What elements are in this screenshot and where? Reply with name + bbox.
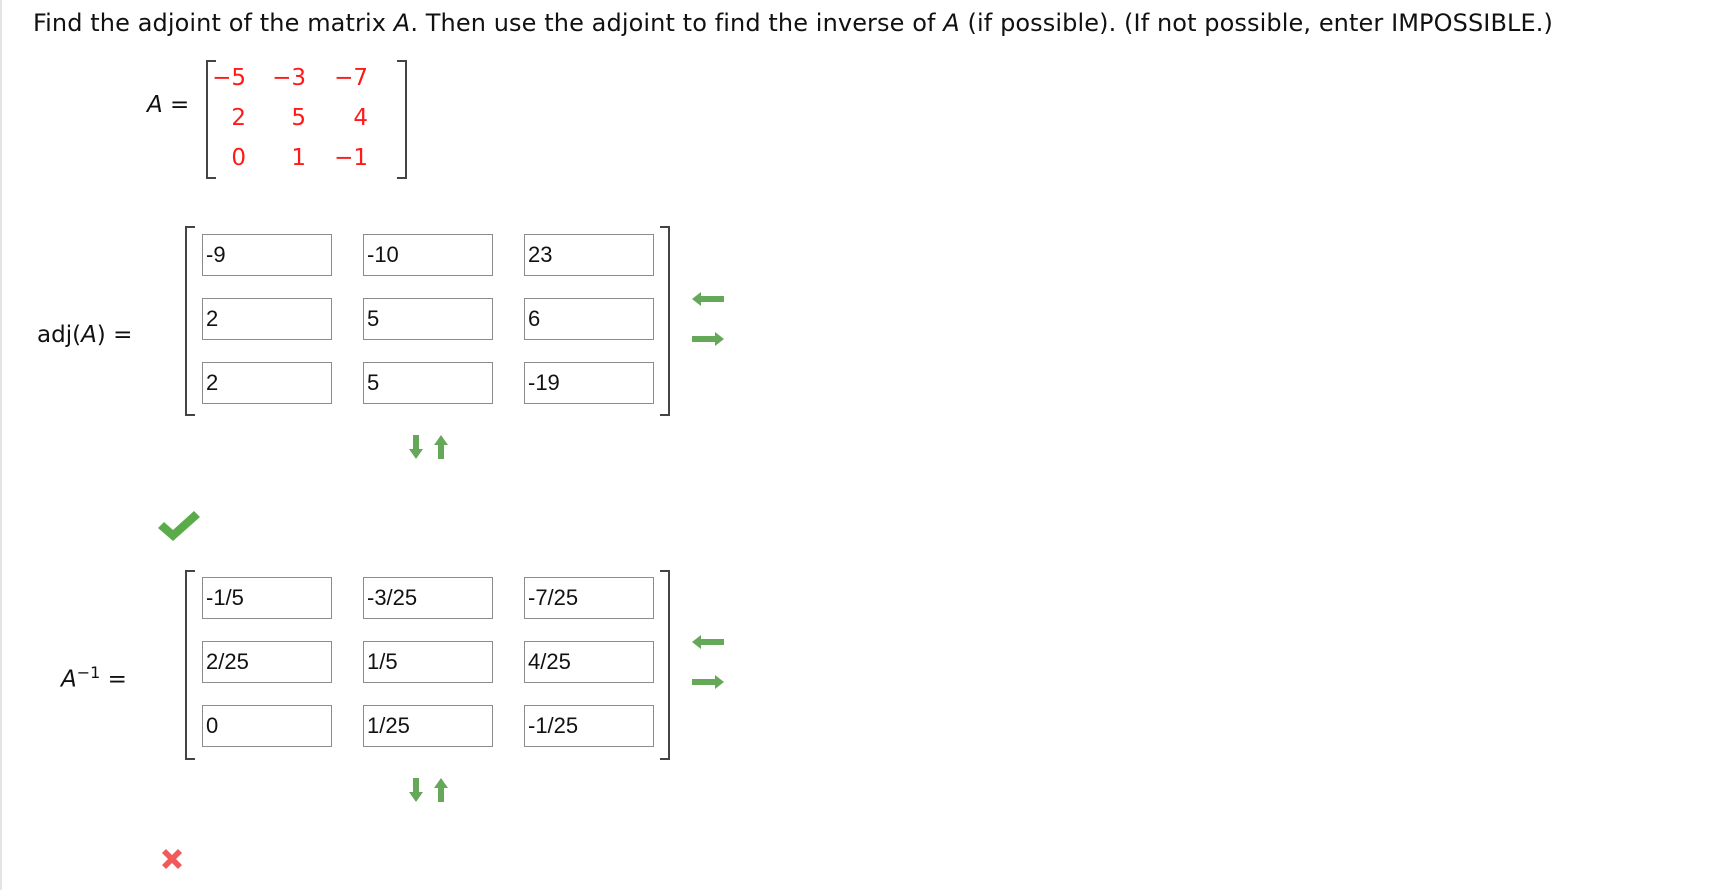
inverse-label-exponent: −1	[76, 663, 101, 682]
inverse-label: A−1 =	[61, 663, 127, 693]
remove-row-arrow-icon[interactable]	[432, 433, 450, 461]
inverse-left-bracket	[185, 570, 195, 760]
adjoint-cell-r3-c3[interactable]	[524, 362, 654, 404]
matrix-a-right-bracket	[397, 60, 407, 179]
add-row-arrow-icon[interactable]	[407, 776, 425, 804]
adjoint-right-bracket	[660, 226, 670, 416]
inverse-cell-r3-c3[interactable]	[524, 705, 654, 747]
matrix-a-entry: 4	[353, 105, 368, 131]
matrix-a-variable: A	[147, 92, 163, 118]
matrix-a-entry: 0	[231, 145, 246, 171]
equals-sign: =	[162, 92, 190, 118]
matrix-a-entry: −5	[212, 65, 246, 91]
equals-sign: =	[100, 666, 127, 693]
inverse-right-bracket	[660, 570, 670, 760]
question-part: . Then use the adjoint to find the inver…	[410, 9, 944, 37]
adjoint-label-suffix: ) =	[96, 322, 133, 348]
inverse-cell-r1-c2[interactable]	[363, 577, 493, 619]
adjoint-label-prefix: adj(	[37, 322, 82, 348]
adjoint-cell-r3-c1[interactable]	[202, 362, 332, 404]
remove-column-arrow-icon[interactable]	[690, 673, 726, 691]
adjoint-cell-r3-c2[interactable]	[363, 362, 493, 404]
adjoint-left-bracket	[185, 226, 195, 416]
remove-row-arrow-icon[interactable]	[432, 776, 450, 804]
adjoint-cell-r1-c2[interactable]	[363, 234, 493, 276]
inverse-cell-r2-c3[interactable]	[524, 641, 654, 683]
add-row-arrow-icon[interactable]	[407, 433, 425, 461]
adjoint-cell-r2-c3[interactable]	[524, 298, 654, 340]
matrix-a-entry: −3	[272, 65, 306, 91]
add-column-arrow-icon[interactable]	[690, 290, 726, 308]
question-part: (if possible). (If not possible, enter I…	[959, 9, 1553, 37]
matrix-a-entry: 2	[231, 105, 246, 131]
correct-check-icon	[158, 511, 200, 541]
add-column-arrow-icon[interactable]	[690, 633, 726, 651]
page-left-border	[0, 0, 2, 890]
adjoint-cell-r1-c1[interactable]	[202, 234, 332, 276]
adjoint-cell-r1-c3[interactable]	[524, 234, 654, 276]
matrix-a-label: A =	[147, 92, 189, 118]
question-part: Find the adjoint of the matrix	[33, 9, 394, 37]
adjoint-label: adj(A) =	[37, 322, 132, 348]
adjoint-cell-r2-c2[interactable]	[363, 298, 493, 340]
adjoint-cell-r2-c1[interactable]	[202, 298, 332, 340]
question-variable: A	[943, 9, 960, 37]
inverse-cell-r3-c2[interactable]	[363, 705, 493, 747]
question-text: Find the adjoint of the matrix A. Then u…	[33, 9, 1553, 37]
inverse-cell-r1-c3[interactable]	[524, 577, 654, 619]
matrix-a-entry: 5	[291, 105, 306, 131]
adjoint-label-variable: A	[81, 322, 97, 348]
incorrect-x-icon	[162, 849, 182, 869]
matrix-a-entry: −1	[334, 145, 368, 171]
inverse-cell-r1-c1[interactable]	[202, 577, 332, 619]
inverse-cell-r3-c1[interactable]	[202, 705, 332, 747]
inverse-cell-r2-c1[interactable]	[202, 641, 332, 683]
inverse-cell-r2-c2[interactable]	[363, 641, 493, 683]
inverse-label-variable: A	[61, 666, 77, 693]
remove-column-arrow-icon[interactable]	[690, 330, 726, 348]
matrix-a-entry: −7	[334, 65, 368, 91]
question-variable: A	[393, 9, 411, 37]
matrix-a-entry: 1	[291, 145, 306, 171]
